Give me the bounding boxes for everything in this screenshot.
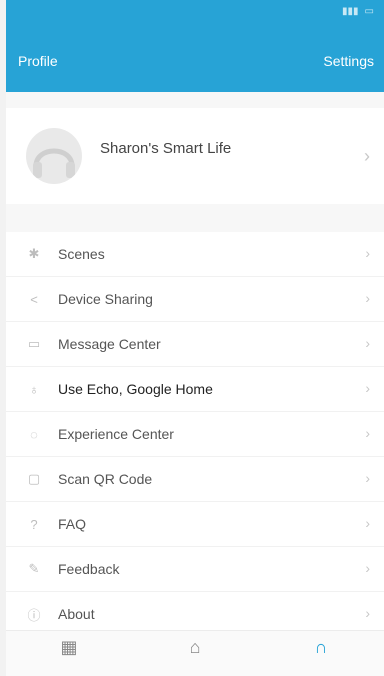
menu-item-feedback[interactable]: ✎ Feedback ›	[6, 547, 384, 592]
profile-card[interactable]: Sharon's Smart Life ›	[6, 108, 384, 204]
scenes-icon: ✱	[28, 246, 40, 261]
feedback-icon: ✎	[28, 561, 40, 576]
chevron-right-icon: ›	[365, 425, 370, 441]
menu-item-faq[interactable]: ? FAQ ›	[6, 502, 384, 547]
chevron-right-icon: ›	[365, 515, 370, 531]
menu-item-label: Scenes	[58, 246, 105, 262]
about-icon: ⓘ	[27, 607, 41, 623]
status-bar: ▮▮▮ ▭	[6, 0, 384, 22]
settings-menu: ✱ Scenes › < Device Sharing › ▭ Message …	[6, 232, 384, 637]
menu-item-experience-center[interactable]: ◌ Experience Center ›	[6, 412, 384, 457]
menu-item-label: Experience Center	[58, 426, 174, 442]
chevron-right-icon: ›	[365, 335, 370, 351]
headphones-avatar-icon	[33, 148, 75, 178]
profile-tab-icon: ∩	[314, 637, 328, 657]
share-icon: <	[30, 291, 38, 307]
app-screen: ▮▮▮ ▭ Profile Settings Sharon's Smart Li…	[6, 0, 384, 676]
settings-button[interactable]: Settings	[323, 53, 374, 69]
menu-item-label: Scan QR Code	[58, 471, 153, 487]
chevron-right-icon: ›	[364, 145, 370, 166]
menu-item-label: FAQ	[58, 516, 87, 532]
menu-item-label: Message Center	[58, 336, 161, 352]
menu-item-label: Feedback	[58, 561, 120, 577]
menu-item-label: About	[58, 606, 95, 622]
header-bar: ▮▮▮ ▭ Profile Settings	[6, 0, 384, 92]
chevron-right-icon: ›	[365, 605, 370, 621]
status-right: ▮▮▮ ▭	[342, 6, 374, 17]
voice-assistant-icon: ♁	[29, 381, 39, 397]
page-title: Profile	[18, 53, 58, 69]
chevron-right-icon: ›	[365, 245, 370, 261]
menu-item-scenes[interactable]: ✱ Scenes ›	[6, 232, 384, 277]
tab-home[interactable]: ▦	[24, 637, 114, 657]
menu-item-message-center[interactable]: ▭ Message Center ›	[6, 322, 384, 367]
signal-icon: ▮▮▮	[342, 5, 359, 17]
chevron-right-icon: ›	[365, 380, 370, 396]
grid-icon: ▦	[60, 637, 78, 657]
qr-code-icon: ▢	[27, 471, 41, 486]
menu-item-use-echo-google-home[interactable]: ♁ Use Echo, Google Home ›	[6, 367, 384, 412]
tab-smart[interactable]: ⌂	[150, 637, 240, 657]
menu-item-scan-qr-code[interactable]: ▢ Scan QR Code ›	[6, 457, 384, 502]
menu-item-device-sharing[interactable]: < Device Sharing ›	[6, 277, 384, 322]
smart-icon: ⌂	[189, 637, 201, 657]
menu-item-label: Use Echo, Google Home	[58, 381, 213, 397]
chevron-right-icon: ›	[365, 470, 370, 486]
chevron-right-icon: ›	[365, 560, 370, 576]
menu-item-label: Device Sharing	[58, 291, 153, 307]
avatar[interactable]	[26, 128, 82, 184]
battery-icon: ▭	[364, 5, 374, 17]
message-icon: ▭	[27, 336, 41, 351]
faq-icon: ?	[30, 516, 38, 532]
chevron-right-icon: ›	[365, 290, 370, 306]
experience-icon: ◌	[30, 426, 38, 442]
nav-row: Profile Settings	[6, 44, 384, 78]
bottom-tab-bar: ▦ ⌂ ∩	[6, 630, 384, 676]
tab-profile[interactable]: ∩	[276, 637, 366, 657]
profile-name: Sharon's Smart Life	[100, 139, 232, 157]
